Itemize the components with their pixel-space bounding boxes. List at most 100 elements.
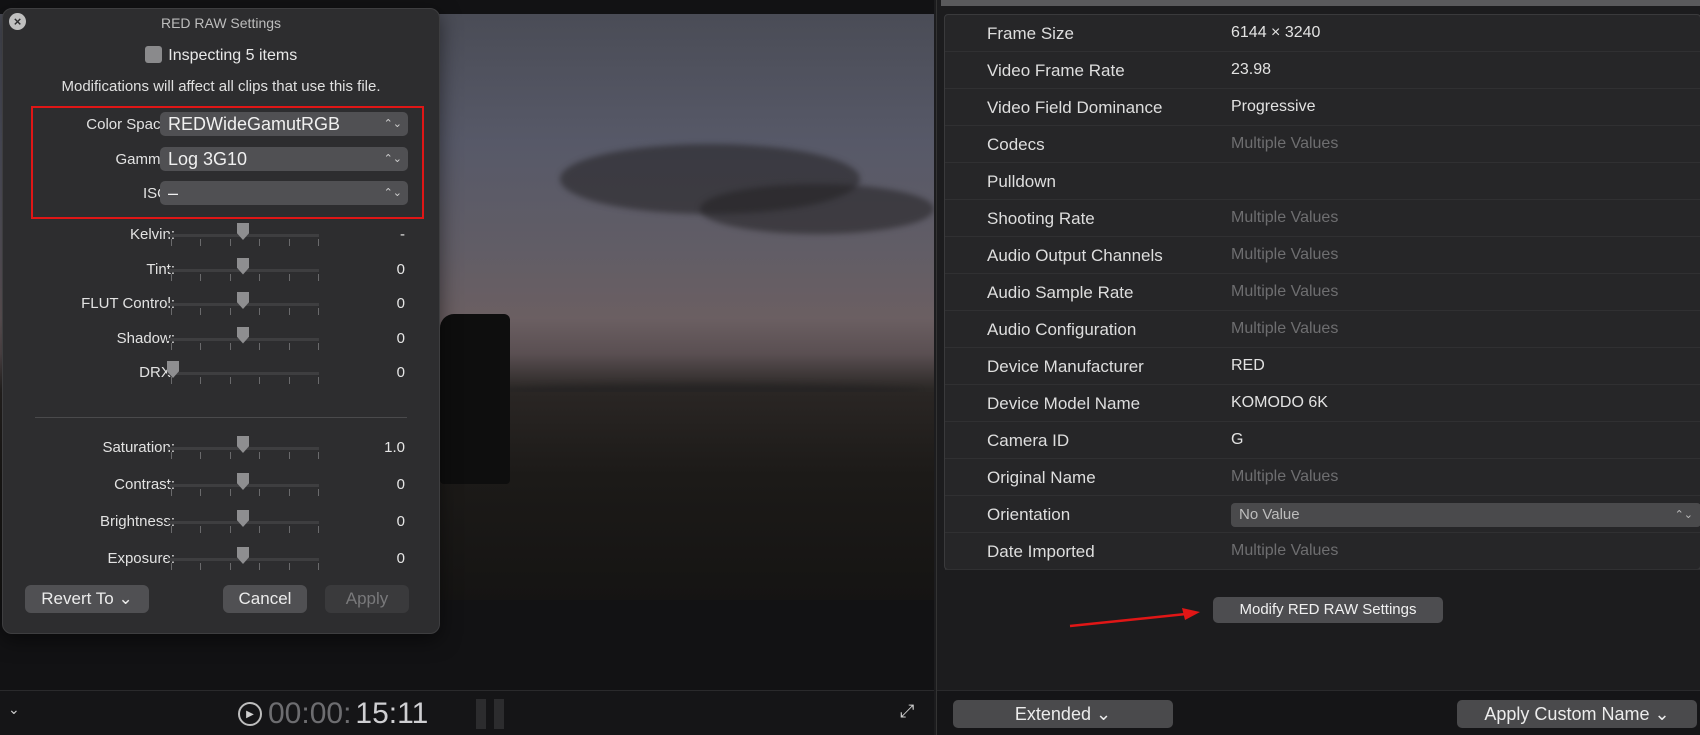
metadata-value[interactable]: RED xyxy=(1231,357,1265,375)
extended-label: Extended xyxy=(1014,704,1091,724)
metadata-row: Audio Sample Rate Multiple Values xyxy=(945,274,1700,311)
metadata-key: Audio Configuration xyxy=(987,320,1137,339)
slider-knob[interactable] xyxy=(237,257,249,275)
metadata-key: Device Model Name xyxy=(987,394,1141,413)
metadata-row: Date Imported Multiple Values xyxy=(945,533,1700,570)
metadata-value[interactable]: 23.98 xyxy=(1231,61,1271,79)
metadata-table: Frame Size 6144 × 3240 Video Frame Rate 23.… xyxy=(944,14,1700,570)
slider-ticks xyxy=(171,526,319,533)
slider-row: Saturation: 1.0 xyxy=(3,433,441,463)
chevron-down-icon: ⌄ xyxy=(118,589,133,608)
metadata-key: Shooting Rate xyxy=(987,209,1095,228)
slider-knob[interactable] xyxy=(237,473,249,490)
metadata-value[interactable]: Multiple Values xyxy=(1231,209,1338,227)
info-inspector: Frame Size 6144 × 3240 Video Frame Rate 23.… xyxy=(936,0,1700,735)
slider-knob[interactable] xyxy=(237,326,249,344)
slider-row: Tint: 0 xyxy=(3,255,441,285)
scrollbar[interactable] xyxy=(941,0,1700,6)
metadata-value[interactable]: Progressive xyxy=(1231,98,1315,116)
apply-custom-label: Apply Custom Name xyxy=(1484,704,1650,724)
timecode-bright: 15:11 xyxy=(355,697,429,730)
fullscreen-icon[interactable]: ⤢ xyxy=(900,701,914,722)
modification-note: Modifications will affect all clips that… xyxy=(61,78,381,95)
slider-row: Kelvin: - xyxy=(3,220,441,250)
slider-knob[interactable] xyxy=(237,436,249,453)
slider-label: Exposure: xyxy=(107,550,175,567)
metadata-key: Camera ID xyxy=(987,431,1070,450)
play-icon[interactable]: ▶ xyxy=(238,702,262,726)
metadata-row: Device Manufacturer RED xyxy=(945,348,1700,385)
metadata-value[interactable]: KOMODO 6K xyxy=(1231,394,1328,412)
cancel-button[interactable]: Cancel xyxy=(223,585,307,613)
slider-label: FLUT Control: xyxy=(81,295,175,312)
slider-knob[interactable] xyxy=(237,547,249,564)
metadata-value[interactable]: Multiple Values xyxy=(1231,542,1338,560)
slider-row: Contrast: 0 xyxy=(3,470,441,500)
metadata-key: Pulldown xyxy=(987,172,1056,191)
chevron-down-icon: ⌄ xyxy=(1654,704,1670,724)
slider-ticks xyxy=(171,308,319,315)
vehicle-silhouette xyxy=(440,314,510,484)
metadata-key: Device Manufacturer xyxy=(987,357,1144,376)
slider-row: FLUT Control: 0 xyxy=(3,289,441,319)
orientation-value: No Value xyxy=(1239,506,1300,523)
metadata-key: Audio Output Channels xyxy=(987,246,1163,265)
metadata-value[interactable]: Multiple Values xyxy=(1231,320,1338,338)
metadata-row: Device Model Name KOMODO 6K xyxy=(945,385,1700,422)
inspector-footer: Extended ⌄ Apply Custom Name ⌄ xyxy=(937,690,1700,735)
metadata-row: Audio Output Channels Multiple Values xyxy=(945,237,1700,274)
metadata-row: Video Frame Rate 23.98 xyxy=(945,52,1700,89)
transport-bar: ⌄ ▶ 00:00: 15:11 ⤢ xyxy=(0,690,934,735)
metadata-value[interactable]: Multiple Values xyxy=(1231,135,1338,153)
divider xyxy=(35,417,407,418)
extended-view-button[interactable]: Extended ⌄ xyxy=(953,700,1173,728)
slider-ticks xyxy=(171,489,319,496)
metadata-row: Audio Configuration Multiple Values xyxy=(945,311,1700,348)
orientation-popup[interactable]: No Value ⌃⌄ xyxy=(1231,503,1700,527)
apply-button[interactable]: Apply xyxy=(325,585,409,613)
metadata-row: Pulldown xyxy=(945,163,1700,200)
metadata-row: Codecs Multiple Values xyxy=(945,126,1700,163)
inspecting-row: Inspecting 5 items xyxy=(3,46,439,65)
slider-track[interactable] xyxy=(167,372,319,375)
updown-icon: ⌃⌄ xyxy=(1674,509,1693,521)
slider-row: Brightness: 0 xyxy=(3,507,441,537)
metadata-value[interactable]: G xyxy=(1231,431,1243,449)
red-raw-settings-dialog: × RED RAW Settings Inspecting 5 items Mo… xyxy=(2,8,440,634)
slider-knob[interactable] xyxy=(237,223,249,240)
metadata-value[interactable]: Multiple Values xyxy=(1231,468,1338,486)
inspecting-text: Inspecting 5 items xyxy=(168,47,298,64)
chevron-down-icon[interactable]: ⌄ xyxy=(8,701,20,718)
app-window: ⌄ ▶ 00:00: 15:11 ⤢ × RED RAW Settings In… xyxy=(0,0,1700,735)
slider-ticks xyxy=(171,239,319,246)
timecode-display: ▶ 00:00: 15:11 xyxy=(238,697,428,731)
slider-ticks xyxy=(171,342,319,350)
timecode-dim: 00:00: xyxy=(268,697,352,730)
pause-icon[interactable] xyxy=(476,699,506,729)
slider-value: 0 xyxy=(396,295,405,312)
revert-to-button[interactable]: Revert To ⌄ xyxy=(25,585,149,613)
slider-value: 0 xyxy=(396,260,405,278)
slider-value: 0 xyxy=(396,513,405,530)
slider-label: Contrast: xyxy=(114,476,175,493)
slider-ticks xyxy=(171,452,319,459)
metadata-value[interactable]: Multiple Values xyxy=(1231,283,1338,301)
slider-label: Saturation: xyxy=(102,439,175,456)
slider-value: 0 xyxy=(396,364,405,381)
metadata-value[interactable]: Multiple Values xyxy=(1231,246,1338,264)
metadata-row: Original Name Multiple Values xyxy=(945,459,1700,496)
slider-value: 0 xyxy=(396,476,405,493)
revert-label: Revert To xyxy=(41,589,114,608)
apply-custom-name-button[interactable]: Apply Custom Name ⌄ xyxy=(1457,700,1697,728)
slider-knob[interactable] xyxy=(237,292,249,309)
slider-ticks xyxy=(171,377,319,384)
metadata-key: Video Field Dominance xyxy=(987,98,1163,117)
metadata-key: Video Frame Rate xyxy=(987,61,1125,80)
metadata-value[interactable]: 6144 × 3240 xyxy=(1231,24,1320,42)
metadata-row: Orientation No Value ⌃⌄ xyxy=(945,496,1700,533)
metadata-key: Frame Size xyxy=(987,24,1074,43)
metadata-key: Date Imported xyxy=(987,542,1095,561)
modify-red-raw-settings-button[interactable]: Modify RED RAW Settings xyxy=(1213,597,1443,623)
slider-knob[interactable] xyxy=(237,510,249,527)
slider-value: - xyxy=(400,226,405,243)
